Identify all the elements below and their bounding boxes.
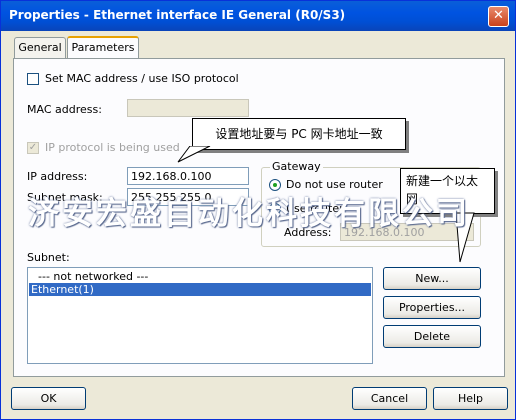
ip-address-label: IP address: [27, 170, 88, 183]
ip-callout: 设置地址要与 PC 网卡地址一致 [192, 118, 406, 150]
title-bar: Properties - Ethernet interface IE Gener… [1, 1, 515, 31]
ip-callout-pointer [177, 146, 211, 163]
set-mac-label: Set MAC address / use ISO protocol [45, 72, 239, 85]
ip-protocol-checkbox[interactable]: ✓ [27, 142, 39, 154]
subnet-label: Subnet: [27, 251, 70, 264]
tab-general[interactable]: General [14, 37, 66, 59]
ip-callout-text: 设置地址要与 PC 网卡地址一致 [215, 127, 383, 141]
subnet-list[interactable]: --- not networked --- Ethernet(1) [27, 267, 373, 364]
properties-button[interactable]: Properties... [383, 296, 481, 319]
ok-button[interactable]: OK [11, 387, 86, 410]
list-item[interactable]: Ethernet(1) [29, 283, 371, 296]
close-icon[interactable]: ✕ [488, 6, 509, 27]
set-mac-checkbox[interactable] [27, 73, 39, 85]
gateway-title: Gateway [270, 160, 323, 173]
cancel-button[interactable]: Cancel [352, 387, 427, 410]
new-button[interactable]: New... [383, 267, 481, 290]
ip-protocol-label: IP protocol is being used [45, 141, 180, 154]
mac-address-input[interactable] [127, 99, 249, 117]
tab-parameters[interactable]: Parameters [67, 36, 139, 60]
mac-address-label: MAC address: [27, 103, 102, 116]
list-item[interactable]: --- not networked --- [38, 270, 148, 283]
ip-address-input[interactable]: 192.168.0.100 [127, 167, 249, 185]
help-button[interactable]: Help [433, 387, 508, 410]
delete-button[interactable]: Delete [383, 325, 481, 348]
window-title: Properties - Ethernet interface IE Gener… [9, 8, 346, 22]
watermark: 济安宏盛自动化科技有限公司 [28, 196, 470, 232]
